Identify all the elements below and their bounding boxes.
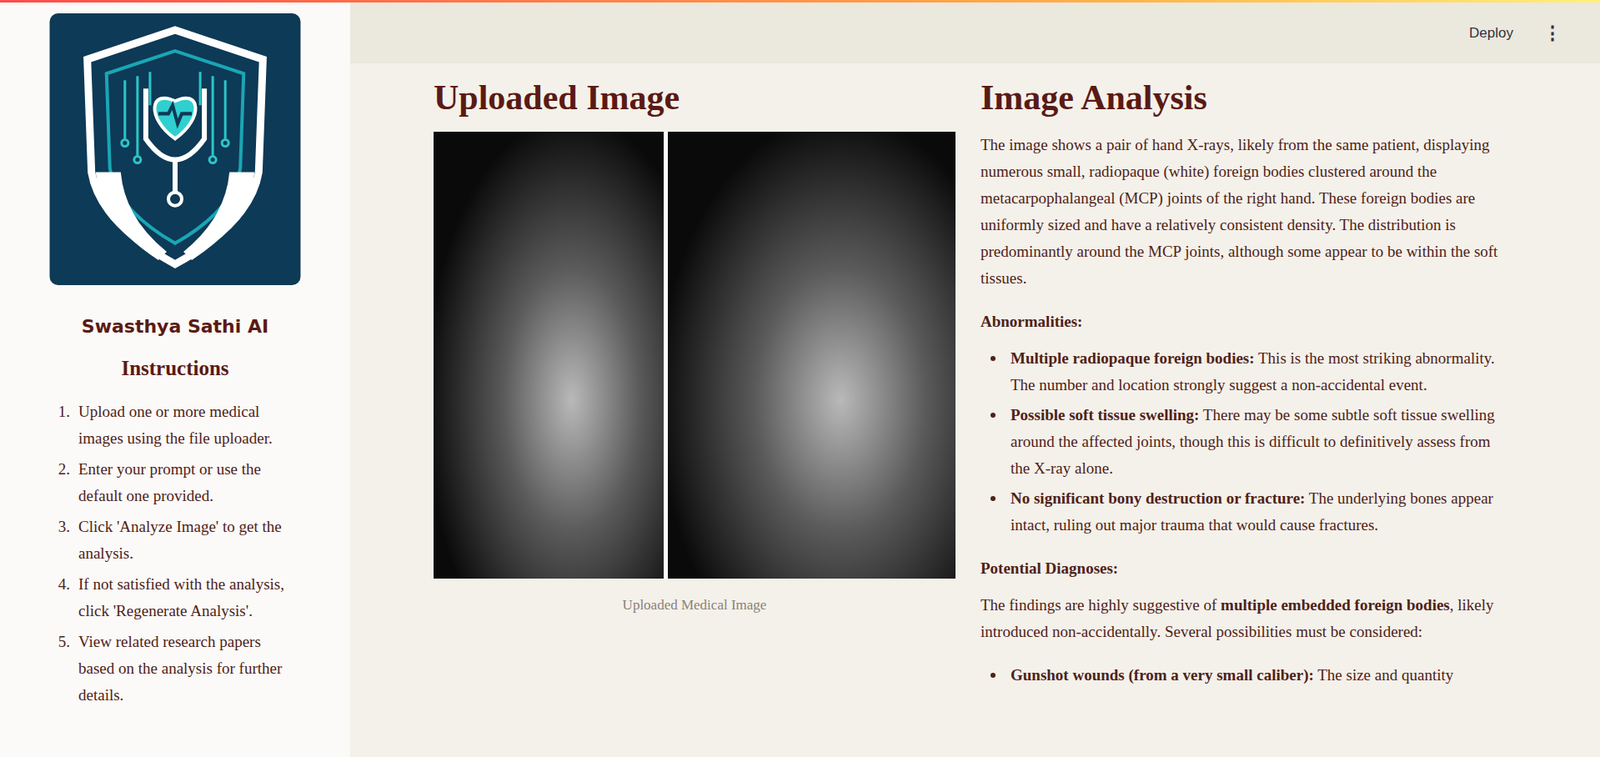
main-menu-button[interactable]: ⋮ [1539,19,1565,48]
instruction-number: 5. [50,628,71,709]
content: Uploaded Image Uploaded Medical Image Imag… [350,63,1600,706]
bullet-dot [990,356,996,362]
analysis-column: Image Analysis The image shows a pair of … [980,76,1511,706]
uploaded-image-title: Uploaded Image [433,76,956,119]
xray-right-pane [667,131,956,579]
image-column: Uploaded Image Uploaded Medical Image [433,76,956,706]
instruction-number: 3. [50,513,71,567]
uploaded-image [433,131,956,579]
instruction-item: 5.View related research papers based on … [50,628,301,709]
instruction-text: View related research papers based on th… [78,628,301,709]
instructions-title: Instructions [120,356,229,381]
instruction-number: 2. [50,456,71,510]
diagnoses-intro: The findings are highly suggestive of mu… [980,591,1511,646]
diagnosis-item: Gunshot wounds (from a very small calibe… [990,662,1511,689]
main-area: Deploy ⋮ Uploaded Image Uploaded Medical Im… [350,2,1600,757]
diagnoses-heading: Potential Diagnoses: [980,555,1511,582]
deploy-button[interactable]: Deploy [1465,20,1517,47]
shield-heart-hands-logo-icon [49,13,301,286]
abnormalities-list: Multiple radiopaque foreign bodies: This… [980,345,1511,539]
image-caption: Uploaded Medical Image [433,596,956,614]
analysis-intro: The image shows a pair of hand X-rays, l… [980,131,1511,292]
instruction-item: 1.Upload one or more medical images usin… [50,398,301,452]
diagnoses-list: Gunshot wounds (from a very small calibe… [980,662,1511,689]
instruction-item: 4.If not satisfied with the analysis, cl… [50,571,301,625]
instruction-item: 3.Click 'Analyze Image' to get the analy… [50,513,301,567]
instruction-text: Enter your prompt or use the default one… [78,456,301,510]
bullet-dot [990,496,996,502]
abnormality-item: Multiple radiopaque foreign bodies: This… [990,345,1511,399]
xray-left-pane [433,131,664,579]
instruction-number: 1. [50,398,71,452]
instruction-number: 4. [50,571,71,625]
abnormalities-heading: Abnormalities: [980,308,1511,336]
abnormality-item: Possible soft tissue swelling: There may… [990,401,1511,482]
instructions-list: 1.Upload one or more medical images usin… [50,398,301,709]
bullet-dot [990,412,996,418]
instruction-text: If not satisfied with the analysis, clic… [78,571,301,625]
instruction-text: Click 'Analyze Image' to get the analysi… [78,513,301,567]
app-name: Swasthya Sathi AI [81,315,269,337]
instruction-text: Upload one or more medical images using … [78,398,301,452]
instruction-item: 2.Enter your prompt or use the default o… [50,456,301,510]
abnormality-item: No significant bony destruction or fract… [990,485,1511,539]
image-analysis-title: Image Analysis [980,76,1511,119]
app-page: Swasthya Sathi AI Instructions 1.Upload on… [0,0,1600,757]
bullet-dot [990,672,996,678]
layout: Swasthya Sathi AI Instructions 1.Upload on… [0,2,1600,757]
top-bar: Deploy ⋮ [350,2,1600,64]
sidebar: Swasthya Sathi AI Instructions 1.Upload on… [0,2,351,757]
